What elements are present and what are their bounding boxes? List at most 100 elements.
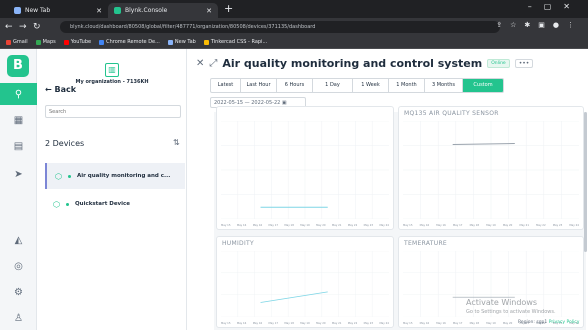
range-1-month[interactable]: 1 Month — [389, 79, 425, 92]
chrome-icon — [14, 7, 21, 14]
blynk-logo[interactable]: B — [7, 55, 29, 77]
send-icon[interactable]: ➤ — [0, 163, 37, 185]
reload-icon[interactable]: ↻ — [33, 21, 41, 33]
x-axis-ticks: May 15 May 16 May 16 May 17 May 18 May 19 May … — [221, 224, 389, 227]
device-item-air-quality[interactable]: ⬡ Air quality monitoring and c... — [45, 163, 185, 189]
dashboard-header: ✕ ⤢ Air quality monitoring and control s… — [196, 57, 534, 70]
region-label: Region: sgp1 — [518, 320, 548, 325]
x-tick: May 20 — [316, 322, 326, 325]
settings-icon[interactable]: ⚙ — [0, 281, 37, 303]
back-label: Back — [54, 85, 77, 94]
search-icon[interactable]: ⚲ — [0, 83, 37, 105]
close-icon[interactable]: ✕ — [206, 7, 212, 15]
x-tick: May 20 — [316, 224, 326, 227]
device-list-panel: ▥ My organization - 7136KH ← Back 2 Devi… — [37, 49, 187, 330]
browser-tab-bar: New Tab ✕ Blynk.Console ✕ + –▢✕ — [0, 0, 588, 18]
chart-card-1: May 15 May 16 May 16 May 17 May 18 May 19 May … — [216, 106, 394, 230]
x-tick: May 15 — [403, 322, 413, 325]
new-tab-button[interactable]: + — [224, 2, 233, 16]
x-tick: May 18 — [284, 224, 294, 227]
activate-windows-title: Activate Windows — [466, 298, 538, 307]
organization-icon: ▥ — [105, 63, 119, 77]
sort-icon[interactable]: ⇅ — [173, 138, 180, 147]
window-controls[interactable]: –▢✕ — [528, 2, 582, 11]
x-tick: May 21 — [331, 322, 342, 325]
x-tick: May 17 — [452, 224, 463, 227]
device-name: Quickstart Device — [74, 201, 131, 207]
x-tick: May 16 — [252, 322, 263, 325]
x-tick: May 24 — [569, 224, 579, 227]
more-options-button[interactable]: ••• — [514, 59, 534, 68]
range-custom[interactable]: Custom — [463, 79, 503, 92]
activate-windows-subtitle: Go to Settings to activate Windows. — [466, 309, 556, 315]
widget-title: TEMERATURE — [404, 240, 448, 247]
x-tick: May 20 — [502, 322, 513, 325]
address-bar: ← → ↻ blynk.cloud/dashboard/80508/global… — [0, 18, 588, 36]
user-icon[interactable]: ♙ — [0, 307, 37, 329]
range-latest[interactable]: Latest — [211, 79, 241, 92]
bookmark-label: Maps — [42, 39, 56, 45]
range-last-hour[interactable]: Last Hour — [241, 79, 277, 92]
widget-title: HUMIDITY — [222, 240, 254, 247]
x-tick: May 20 — [502, 224, 513, 227]
bookmark-tinkercad[interactable]: Tinkercad CSS - Rapi... — [203, 39, 267, 45]
x-tick: May 18 — [469, 224, 480, 227]
bookmark-youtube[interactable]: YouTube — [63, 39, 92, 45]
x-tick: May 24 — [379, 322, 389, 325]
x-tick: May 19 — [486, 224, 496, 227]
x-tick: May 18 — [469, 322, 480, 325]
x-tick: May 16 — [236, 224, 247, 227]
bookmark-new-tab[interactable]: New Tab — [167, 39, 196, 45]
bookmark-maps[interactable]: Maps — [35, 39, 56, 45]
close-icon[interactable]: ✕ — [196, 58, 204, 69]
tab-label: New Tab — [25, 7, 51, 14]
tinkercad-icon — [203, 39, 209, 45]
online-indicator — [67, 174, 71, 178]
url-field[interactable]: blynk.cloud/dashboard/80508/global/filte… — [60, 21, 500, 33]
back-button[interactable]: ← Back — [45, 85, 76, 94]
chart-plot — [403, 251, 579, 317]
tab-new-tab[interactable]: New Tab ✕ — [8, 3, 108, 18]
back-arrow-icon[interactable]: ← — [5, 21, 13, 33]
device-item-quickstart[interactable]: ⬡ Quickstart Device — [45, 191, 185, 217]
x-tick: May 16 — [419, 224, 430, 227]
x-tick: May 21 — [519, 224, 529, 227]
x-tick: May 22 — [347, 224, 358, 227]
x-tick: May 21 — [331, 224, 342, 227]
device-cube-icon: ⬡ — [53, 199, 60, 209]
x-tick: May 15 — [403, 224, 413, 227]
bookmarks-bar: Gmail Maps YouTube Chrome Remote De... N… — [0, 36, 588, 49]
x-axis-ticks: May 15 May 16 May 16 May 17 May 18 May 19 May … — [403, 224, 579, 227]
device-search-input[interactable] — [45, 105, 181, 118]
range-1-day[interactable]: 1 Day — [313, 79, 353, 92]
x-tick: May 15 — [221, 322, 231, 325]
x-tick: May 19 — [486, 322, 496, 325]
bookmark-chrome-remote[interactable]: Chrome Remote De... — [99, 39, 160, 45]
extension-icons[interactable]: ⇪☆✱▣●⋮ — [496, 21, 582, 29]
x-tick: May 19 — [300, 224, 310, 227]
app-nav-rail: B ⚲ ▦ ▤ ➤ ◭ ◎ ⚙ ♙ — [0, 49, 37, 330]
expand-icon[interactable]: ⤢ — [209, 58, 217, 69]
bookmark-label: YouTube — [70, 39, 92, 45]
range-6-hours[interactable]: 6 Hours — [277, 79, 313, 92]
bookmark-gmail[interactable]: Gmail — [6, 39, 28, 45]
range-3-months[interactable]: 3 Months — [425, 79, 463, 92]
x-tick: May 23 — [363, 224, 374, 227]
privacy-policy-link[interactable]: Privacy Policy — [549, 320, 580, 325]
globe-icon[interactable]: ◎ — [0, 255, 37, 277]
megaphone-icon[interactable]: ◭ — [0, 229, 37, 251]
x-tick: May 23 — [363, 322, 374, 325]
x-tick: May 22 — [536, 224, 546, 227]
grid-icon[interactable]: ▦ — [0, 109, 37, 131]
range-1-week[interactable]: 1 Week — [353, 79, 389, 92]
chrome-icon — [167, 39, 173, 45]
tab-blynk-console[interactable]: Blynk.Console ✕ — [108, 3, 218, 18]
remote-desktop-icon — [99, 39, 105, 45]
close-icon[interactable]: ✕ — [96, 7, 102, 15]
x-tick: May 17 — [452, 322, 463, 325]
x-tick: May 16 — [419, 322, 430, 325]
clipboard-icon[interactable]: ▤ — [0, 135, 37, 157]
footer: Region: sgp1 Privacy Policy — [518, 320, 579, 325]
forward-arrow-icon[interactable]: → — [19, 21, 27, 33]
scrollbar[interactable] — [584, 112, 587, 252]
